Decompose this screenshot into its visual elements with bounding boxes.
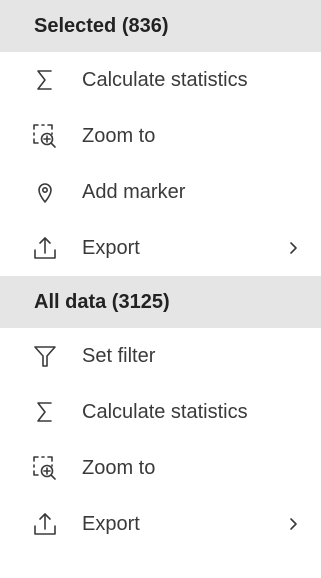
menu-item-selected-calculate-statistics[interactable]: Calculate statistics [0,52,321,108]
section-header-selected: Selected (836) [0,0,321,52]
chevron-right-icon [286,238,300,258]
section-header-label: All data (3125) [34,290,170,313]
context-menu: Selected (836) Calculate statistics Zoom [0,0,321,578]
menu-item-label: Zoom to [82,124,156,147]
menu-item-label: Add marker [82,180,186,203]
menu-item-selected-zoom-to[interactable]: Zoom to [0,108,321,164]
export-icon [32,235,58,261]
menu-item-label: Calculate statistics [82,400,248,423]
menu-item-label: Set filter [82,344,156,367]
menu-item-selected-export[interactable]: Export [0,220,321,276]
menu-item-label: Zoom to [82,456,156,479]
filter-icon [32,343,58,369]
section-header-label: Selected (836) [34,14,169,37]
sigma-icon [32,399,58,425]
export-icon [32,511,58,537]
map-pin-icon [32,179,58,205]
menu-item-all-set-filter[interactable]: Set filter [0,328,321,384]
menu-item-selected-add-marker[interactable]: Add marker [0,164,321,220]
zoom-to-icon [32,455,58,481]
sigma-icon [32,67,58,93]
zoom-to-icon [32,123,58,149]
menu-item-label: Export [82,236,140,259]
chevron-right-icon [286,514,300,534]
menu-item-all-calculate-statistics[interactable]: Calculate statistics [0,384,321,440]
menu-item-all-export[interactable]: Export [0,496,321,552]
menu-item-label: Export [82,512,140,535]
menu-item-label: Calculate statistics [82,68,248,91]
section-header-all-data: All data (3125) [0,276,321,328]
menu-item-all-zoom-to[interactable]: Zoom to [0,440,321,496]
